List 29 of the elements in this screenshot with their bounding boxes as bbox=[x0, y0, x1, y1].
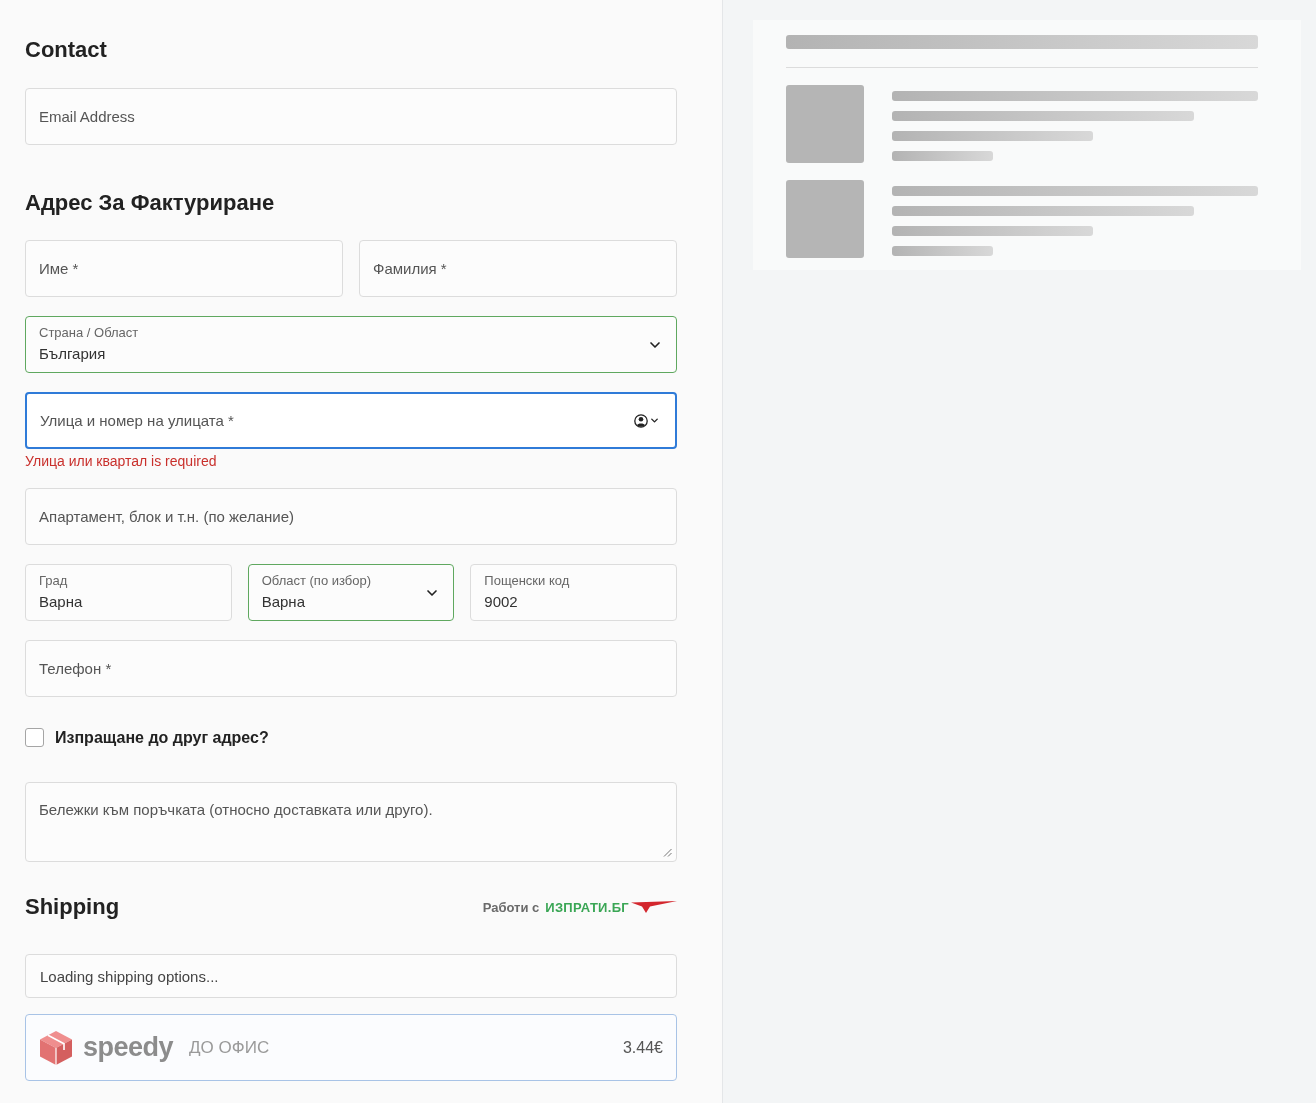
box-icon bbox=[39, 1029, 73, 1066]
section-heading: Contact bbox=[25, 36, 107, 64]
service-name: ДО ОФИС bbox=[189, 1037, 270, 1058]
resize-handle-icon[interactable] bbox=[663, 848, 672, 857]
error-message: Улица или квартал is required bbox=[25, 453, 217, 469]
user-circle-icon[interactable] bbox=[634, 413, 648, 428]
dropdown-select[interactable]: Страна / Област България bbox=[25, 316, 677, 373]
dropdown-select[interactable]: Област (по избор) Варна bbox=[247, 564, 455, 621]
notes-textarea[interactable]: Бележки към поръчката (относно доставката или друго). bbox=[25, 782, 677, 862]
address-field[interactable]: Улица и номер на улицата * bbox=[25, 392, 677, 449]
checkbox-label[interactable]: Изпращане до друг адрес? bbox=[55, 728, 269, 747]
powered-by-label: Работи с bbox=[482, 899, 540, 915]
status-message: Loading shipping options... bbox=[25, 954, 677, 998]
shipping-option[interactable]: speedy ДО ОФИС 3.44€ bbox=[25, 1014, 677, 1081]
chevron-down-icon[interactable] bbox=[649, 415, 660, 426]
input-field[interactable]: Пощенски код 9002 bbox=[470, 564, 677, 621]
carrier-name: speedy bbox=[83, 1032, 174, 1063]
email-field[interactable]: Email Address bbox=[25, 88, 677, 145]
price-text: 3.44€ bbox=[622, 1038, 663, 1057]
pennant-logo-icon bbox=[631, 901, 677, 913]
section-heading: Shipping bbox=[25, 893, 120, 921]
input-field[interactable]: Апартамент, блок и т.н. (по желание) bbox=[25, 488, 677, 545]
input-field[interactable]: Телефон * bbox=[25, 640, 677, 697]
input-field[interactable]: Фамилия * bbox=[359, 240, 677, 297]
checkbox[interactable] bbox=[25, 728, 44, 747]
input-field[interactable]: Град Варна bbox=[25, 564, 232, 621]
brand-name: ИЗПРАТИ.БГ bbox=[545, 899, 629, 915]
input-field[interactable]: Име * bbox=[25, 240, 343, 297]
section-heading: Адрес За Фактуриране bbox=[25, 189, 275, 217]
